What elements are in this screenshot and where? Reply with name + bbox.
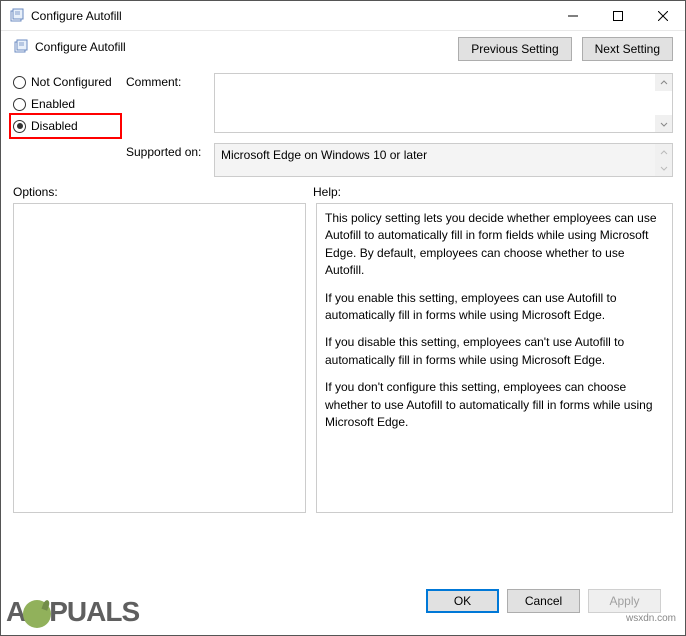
comment-label: Comment: — [126, 73, 206, 89]
titlebar-left: Configure Autofill — [9, 8, 122, 24]
radio-circle-icon — [13, 76, 26, 89]
options-label: Options: — [13, 185, 313, 199]
nav-row: Previous Setting Next Setting — [13, 37, 673, 61]
radio-not-configured[interactable]: Not Configured — [13, 75, 118, 89]
window-root: Configure Autofill Con — [0, 0, 686, 636]
help-paragraph: If you enable this setting, employees ca… — [325, 290, 664, 325]
help-paragraph: This policy setting lets you decide whet… — [325, 210, 664, 280]
scroll-up-icon[interactable] — [655, 74, 672, 91]
window-title: Configure Autofill — [31, 9, 122, 23]
titlebar: Configure Autofill — [1, 1, 685, 31]
radio-disabled[interactable]: Disabled — [9, 113, 122, 139]
next-setting-button[interactable]: Next Setting — [582, 37, 673, 61]
minimize-button[interactable] — [550, 1, 595, 30]
close-button[interactable] — [640, 1, 685, 30]
maximize-button[interactable] — [595, 1, 640, 30]
help-paragraph: If you don't configure this setting, emp… — [325, 379, 664, 431]
fields-column: Comment: Supported on: Microsoft Edge on… — [126, 73, 673, 177]
ok-button[interactable]: OK — [426, 589, 499, 613]
window-controls — [550, 1, 685, 30]
watermark-url: wsxdn.com — [626, 613, 676, 624]
radio-group: Not Configured Enabled Disabled — [13, 73, 118, 177]
watermark-logo: APUALS — [6, 596, 139, 628]
supported-label: Supported on: — [126, 143, 206, 159]
radio-label: Not Configured — [31, 75, 112, 89]
supported-field-row: Supported on: Microsoft Edge on Windows … — [126, 143, 673, 177]
radio-label: Disabled — [31, 119, 78, 133]
supported-on-box: Microsoft Edge on Windows 10 or later — [214, 143, 673, 177]
scroll-down-icon[interactable] — [655, 159, 672, 176]
help-panel: This policy setting lets you decide whet… — [316, 203, 673, 513]
options-panel — [13, 203, 306, 513]
settings-row: Not Configured Enabled Disabled Comment: — [13, 73, 673, 177]
radio-circle-checked-icon — [13, 120, 26, 133]
app-icon — [9, 8, 25, 24]
radio-circle-icon — [13, 98, 26, 111]
previous-setting-button[interactable]: Previous Setting — [458, 37, 571, 61]
help-label: Help: — [313, 185, 341, 199]
radio-enabled[interactable]: Enabled — [13, 97, 118, 111]
section-labels: Options: Help: — [13, 185, 673, 199]
apply-button[interactable]: Apply — [588, 589, 661, 613]
apple-icon — [23, 600, 51, 628]
panels-row: This policy setting lets you decide whet… — [13, 203, 673, 579]
radio-label: Enabled — [31, 97, 75, 111]
content-area: Configure Autofill Previous Setting Next… — [1, 31, 685, 635]
scroll-down-icon[interactable] — [655, 115, 672, 132]
watermark-text-post: PUALS — [49, 596, 139, 627]
help-paragraph: If you disable this setting, employees c… — [325, 334, 664, 369]
comment-input[interactable] — [214, 73, 673, 133]
cancel-button[interactable]: Cancel — [507, 589, 580, 613]
supported-on-value: Microsoft Edge on Windows 10 or later — [221, 148, 427, 162]
comment-field-row: Comment: — [126, 73, 673, 133]
